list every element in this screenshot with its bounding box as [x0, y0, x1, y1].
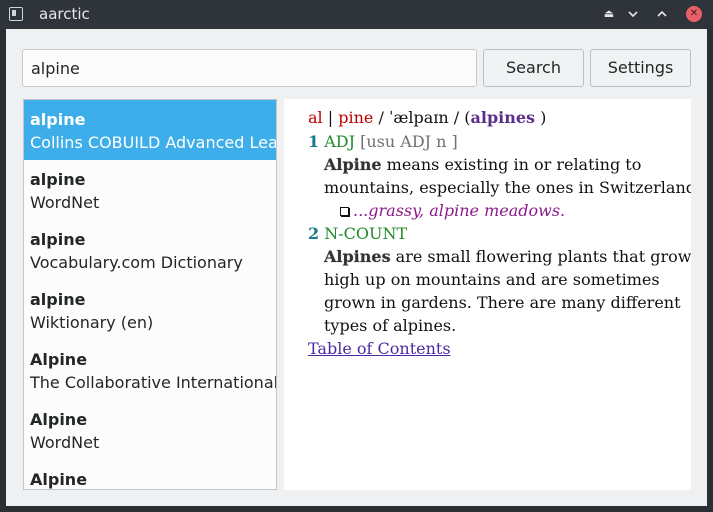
app-icon[interactable] [9, 7, 23, 21]
table-of-contents-link[interactable]: Table of Contents [308, 338, 451, 360]
list-item[interactable]: alpine Vocabulary.com Dictionary [24, 220, 276, 280]
list-item[interactable]: alpine WordNet [24, 160, 276, 220]
pronunciation: / ˈælpaɪn / [378, 108, 460, 127]
sense-header: 1 ADJ [usu ADJ n ] [308, 131, 458, 153]
definition-text: mountains, especially the ones in Switze… [324, 178, 691, 197]
result-dictionary: The Collaborative International Dictiona… [30, 373, 276, 392]
search-button[interactable]: Search [483, 49, 584, 87]
result-word: Alpine [30, 350, 88, 369]
definition-headword: Alpine [324, 155, 382, 174]
definition-headword: Alpines [324, 247, 391, 266]
sense-header: 2 N-COUNT [308, 223, 407, 245]
definition-text: types of alpines. [324, 316, 457, 335]
result-dictionary: Vocabulary.com Dictionary [30, 253, 243, 272]
list-item[interactable]: Alpine [24, 460, 276, 489]
main-window: Search Settings alpine Collins COBUILD A… [6, 29, 707, 506]
result-dictionary: Wiktionary (en) [30, 313, 154, 332]
definition-text: are small flowering plants that grow [390, 247, 691, 266]
result-dictionary: Collins COBUILD Advanced Learner's Dicti… [30, 133, 276, 152]
definition-text: grown in gardens. There are many differe… [324, 293, 681, 312]
syllable: pine [338, 108, 374, 127]
minimize-icon[interactable] [625, 6, 641, 22]
close-icon[interactable]: ✕ [686, 6, 702, 22]
definition-text: means existing in or relating to [381, 155, 642, 174]
example-bullet-icon [340, 207, 349, 216]
settings-button[interactable]: Settings [590, 49, 691, 87]
list-item[interactable]: Alpine WordNet [24, 400, 276, 460]
result-dictionary: WordNet [30, 193, 100, 212]
search-input[interactable] [22, 49, 477, 87]
definition-text: high up on mountains and are sometimes [324, 270, 660, 289]
plural-close: ) [540, 108, 547, 127]
part-of-speech: N-COUNT [324, 224, 408, 243]
result-word: alpine [30, 170, 86, 189]
part-of-speech: ADJ [324, 132, 356, 151]
grammar-note: [usu ADJ n ] [360, 132, 458, 151]
result-word: alpine [30, 230, 86, 249]
definition-line: Alpine means existing in or relating to [324, 154, 641, 176]
sense-number: 1 [308, 132, 320, 151]
definition-line: Alpines are small flowering plants that … [324, 246, 691, 268]
list-item[interactable]: alpine Collins COBUILD Advanced Learner'… [24, 100, 276, 160]
result-word: Alpine [30, 470, 88, 489]
list-item[interactable]: alpine Wiktionary (en) [24, 280, 276, 340]
syllable: al [308, 108, 323, 127]
result-word: alpine [30, 290, 86, 309]
headword-line: al | pine / ˈælpaɪn / (alpines ) [308, 107, 546, 129]
title-bar[interactable]: aarctic ⏏ ✕ [0, 0, 713, 29]
result-word: alpine [30, 110, 86, 129]
maximize-icon[interactable] [654, 6, 670, 22]
result-dictionary: WordNet [30, 433, 100, 452]
plural-form: alpines [470, 108, 536, 127]
keep-above-icon[interactable]: ⏏ [601, 6, 617, 22]
result-word: Alpine [30, 410, 88, 429]
syllable-separator: | [327, 108, 334, 127]
window-title: aarctic [39, 5, 90, 23]
list-item[interactable]: Alpine The Collaborative International D… [24, 340, 276, 400]
results-list[interactable]: alpine Collins COBUILD Advanced Learner'… [23, 99, 277, 490]
example-text: ...grassy, alpine meadows. [353, 201, 566, 220]
article-view[interactable]: al | pine / ˈælpaɪn / (alpines ) 1 ADJ [… [284, 99, 691, 490]
sense-number: 2 [308, 224, 320, 243]
example-line: ...grassy, alpine meadows. [340, 200, 565, 222]
